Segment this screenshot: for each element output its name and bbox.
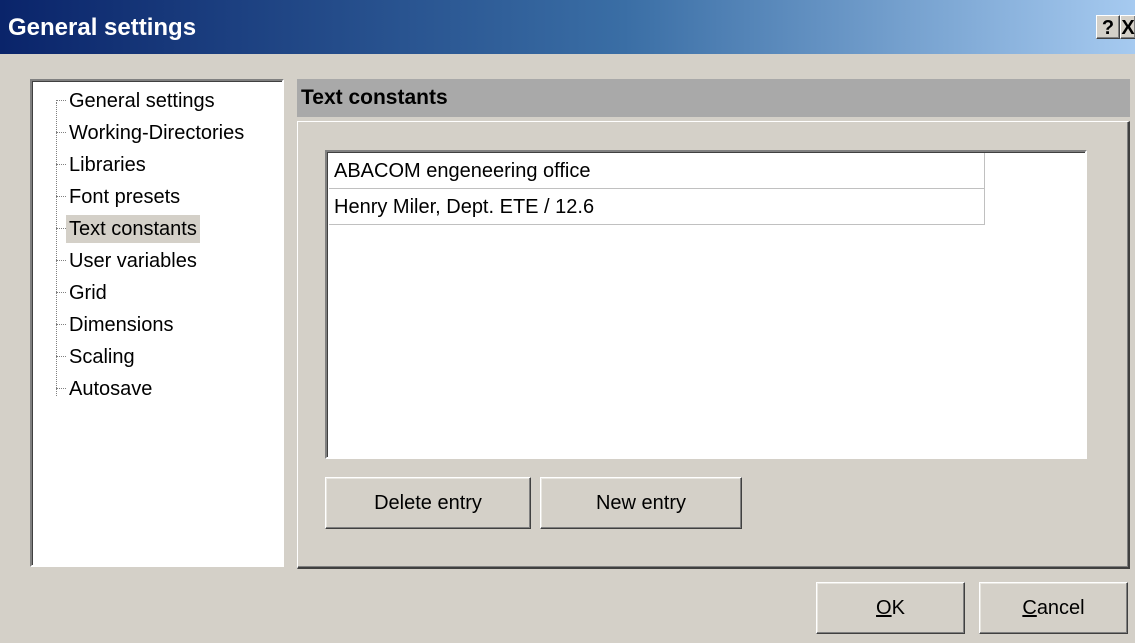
general-settings-dialog: General settings ? X General settings Wo…	[0, 0, 1135, 643]
tree-branch-line	[56, 292, 66, 293]
close-button[interactable]: X	[1120, 15, 1135, 39]
ok-button[interactable]: OK	[816, 582, 965, 634]
tree-item-label: Working-Directories	[69, 122, 245, 144]
tree-branch-line	[56, 100, 66, 101]
list-item[interactable]: ABACOM engeneering office	[329, 153, 985, 189]
cancel-label: Cancel	[1022, 597, 1085, 619]
tree-item-label: Dimensions	[69, 314, 174, 336]
delete-entry-button[interactable]: Delete entry	[325, 477, 531, 529]
section-header: Text constants	[297, 79, 1130, 117]
tree-item-label: Grid	[69, 282, 107, 304]
window-title: General settings	[8, 14, 197, 41]
section-title: Text constants	[301, 86, 448, 109]
tree-branch-line	[56, 132, 66, 133]
tree-branch-line	[56, 356, 66, 357]
tree-item-label: General settings	[69, 90, 215, 112]
tree-branch-line	[56, 388, 66, 389]
tree-item-label: Font presets	[69, 186, 181, 208]
tree-item-label: Autosave	[69, 378, 153, 400]
tree-branch-line	[56, 164, 66, 165]
tree-item-label: Libraries	[69, 154, 146, 176]
tree-branch-line	[56, 228, 66, 229]
help-button[interactable]: ?	[1096, 15, 1120, 39]
text-constants-list[interactable]: ABACOM engeneering office Henry Miler, D…	[325, 150, 1087, 459]
tree-item-label: Scaling	[69, 346, 135, 368]
new-entry-label: New entry	[595, 492, 687, 514]
tree-branch-line	[56, 324, 66, 325]
cancel-button[interactable]: Cancel	[979, 582, 1128, 634]
tree-branch-line	[56, 196, 66, 197]
ok-label: OK	[876, 597, 905, 619]
new-entry-button[interactable]: New entry	[540, 477, 742, 529]
delete-entry-label: Delete entry	[374, 492, 482, 514]
tree-item-label: Text constants	[66, 215, 200, 243]
list-item-text: Henry Miler, Dept. ETE / 12.6	[334, 196, 595, 218]
list-item[interactable]: Henry Miler, Dept. ETE / 12.6	[329, 189, 985, 225]
settings-tree[interactable]: General settings Working-Directories Lib…	[30, 79, 284, 567]
tree-item-label: User variables	[69, 250, 197, 272]
tree-connector-line	[56, 102, 57, 396]
list-item-text: ABACOM engeneering office	[334, 160, 591, 182]
tree-branch-line	[56, 260, 66, 261]
title-bar[interactable]: General settings ? X	[0, 0, 1135, 54]
